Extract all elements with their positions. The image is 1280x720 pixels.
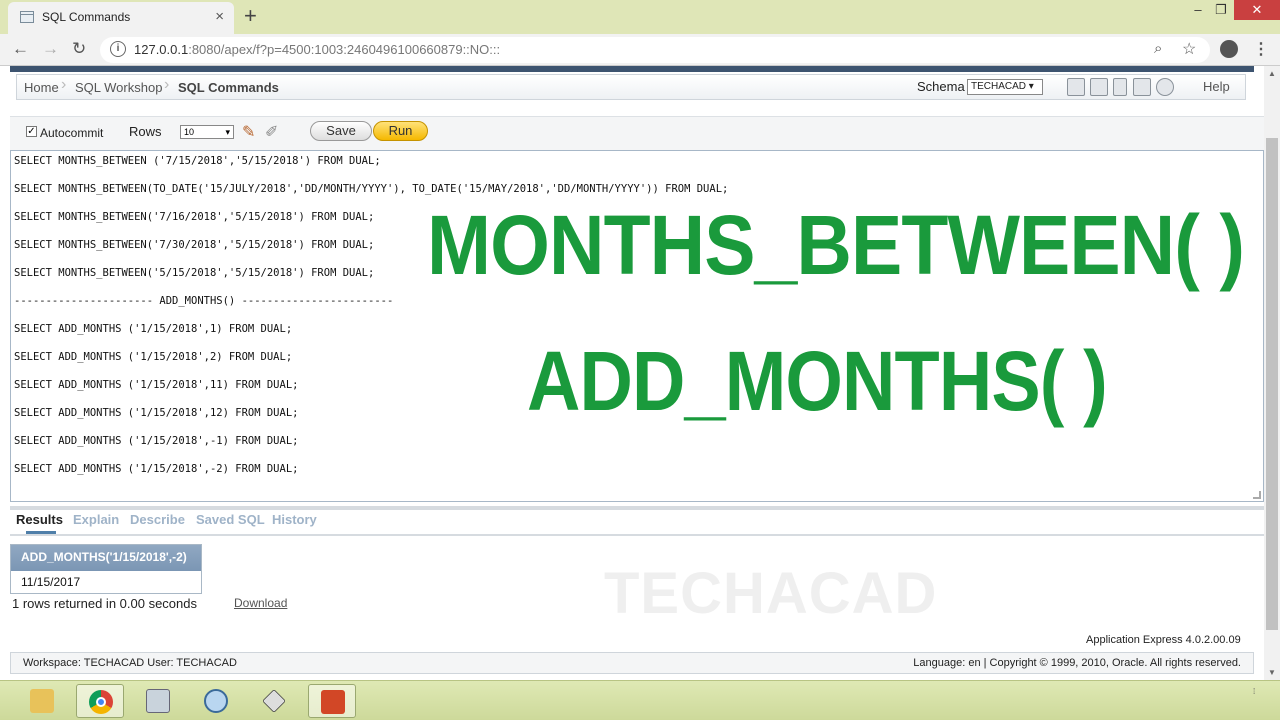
forward-arrow-icon[interactable]: → xyxy=(42,39,59,59)
code-line: SELECT MONTHS_BETWEEN('7/30/2018','5/15/… xyxy=(14,239,375,251)
new-tab-button[interactable]: + xyxy=(244,3,257,29)
overlay-title-months-between: MONTHS_BETWEEN( ) xyxy=(427,198,1245,292)
document-icon[interactable] xyxy=(1113,78,1127,96)
watermark: TECHACAD xyxy=(604,561,938,626)
tab-explain[interactable]: Explain xyxy=(73,512,119,527)
apex-version: Application Express 4.0.2.00.09 xyxy=(1086,634,1241,646)
scroll-up-icon[interactable]: ▲ xyxy=(1268,69,1276,78)
code-line: SELECT ADD_MONTHS ('1/15/2018',12) FROM … xyxy=(14,407,299,419)
result-table: ADD_MONTHS('1/15/2018',-2) 11/15/2017 xyxy=(10,544,202,594)
table-cell: 11/15/2017 xyxy=(21,575,81,589)
code-line: SELECT ADD_MONTHS ('1/15/2018',-2) FROM … xyxy=(14,463,299,475)
tray-dots: ⁞ xyxy=(1253,687,1256,696)
file-explorer-icon[interactable] xyxy=(18,684,66,718)
magnifier-icon[interactable] xyxy=(192,684,240,718)
scrollbar-thumb[interactable] xyxy=(1266,138,1278,630)
address-bar[interactable]: i 127.0.0.1:8080/apex/f?p=4500:1003:2460… xyxy=(100,37,1210,63)
back-arrow-icon[interactable]: ← xyxy=(12,39,29,59)
tab-close-icon[interactable]: × xyxy=(215,8,224,25)
window-icon[interactable] xyxy=(1090,78,1108,96)
reload-icon[interactable]: ↻ xyxy=(72,39,86,59)
clear-eraser-icon[interactable]: ✎ xyxy=(242,122,255,142)
bookmark-star-icon[interactable]: ☆ xyxy=(1182,39,1196,59)
breadcrumb-sql-commands: SQL Commands xyxy=(178,80,279,95)
rows-returned-text: 1 rows returned in 0.00 seconds xyxy=(12,596,197,611)
files-icon[interactable] xyxy=(134,684,182,718)
code-line: ---------------------- ADD_MONTHS() ----… xyxy=(14,295,394,307)
code-line: SELECT MONTHS_BETWEEN('5/15/2018','5/15/… xyxy=(14,267,375,279)
help-link[interactable]: Help xyxy=(1203,79,1230,94)
code-line: SELECT MONTHS_BETWEEN ('7/15/2018','5/15… xyxy=(14,155,381,167)
account-icon[interactable] xyxy=(1220,40,1238,58)
gear-icon[interactable] xyxy=(1156,78,1174,96)
rows-select[interactable]: 10 ▾ xyxy=(180,125,234,139)
browser-menu-icon[interactable]: ⋮ xyxy=(1253,39,1269,59)
site-info-icon[interactable]: i xyxy=(110,41,126,57)
format-brush-icon[interactable]: ✐ xyxy=(265,122,278,142)
tab-results[interactable]: Results xyxy=(16,512,63,527)
copyright-text: Language: en | Copyright © 1999, 2010, O… xyxy=(913,657,1241,669)
code-line: SELECT MONTHS_BETWEEN('7/16/2018','5/15/… xyxy=(14,211,375,223)
page-footer: Workspace: TECHACAD User: TECHACAD Langu… xyxy=(10,652,1254,674)
workspace-info: Workspace: TECHACAD User: TECHACAD xyxy=(23,657,237,669)
browser-tab-bar: SQL Commands × + – ❐ ✕ xyxy=(0,0,1280,34)
code-line: SELECT ADD_MONTHS ('1/15/2018',11) FROM … xyxy=(14,379,299,391)
apex-page: Home › SQL Workshop › SQL Commands Schem… xyxy=(0,66,1264,680)
autocommit-checkbox[interactable]: ✓ xyxy=(26,126,37,137)
tab-history[interactable]: History xyxy=(272,512,317,527)
rows-label: Rows xyxy=(129,124,162,139)
scroll-down-icon[interactable]: ▼ xyxy=(1268,668,1276,677)
save-button[interactable]: Save xyxy=(310,121,372,141)
page-scrollbar[interactable]: ▲ ▼ xyxy=(1264,66,1280,680)
chrome-icon[interactable] xyxy=(76,684,124,718)
tab-title: SQL Commands xyxy=(42,10,131,24)
breadcrumb-separator: › xyxy=(61,76,67,93)
close-window-button[interactable]: ✕ xyxy=(1234,0,1280,20)
maximize-button[interactable]: ❐ xyxy=(1207,0,1235,20)
browser-toolbar: ← → ↻ i 127.0.0.1:8080/apex/f?p=4500:100… xyxy=(0,34,1280,66)
column-header: ADD_MONTHS('1/15/2018',-2) xyxy=(11,545,201,571)
schema-select[interactable]: TECHACAD ▾ xyxy=(967,79,1043,95)
powerpoint-icon[interactable] xyxy=(308,684,356,718)
zoom-icon[interactable]: ⌕ xyxy=(1154,40,1162,57)
edit-icon[interactable] xyxy=(1067,78,1085,96)
active-tab-indicator xyxy=(26,531,56,534)
tools-icon[interactable] xyxy=(1133,78,1151,96)
schema-label: Schema xyxy=(917,79,965,94)
code-line: SELECT ADD_MONTHS ('1/15/2018',-1) FROM … xyxy=(14,435,299,447)
tab-saved-sql[interactable]: Saved SQL xyxy=(196,512,265,527)
download-link[interactable]: Download xyxy=(234,596,287,610)
browser-tab[interactable]: SQL Commands × xyxy=(8,2,234,34)
sql-editor[interactable]: SELECT MONTHS_BETWEEN ('7/15/2018','5/15… xyxy=(10,150,1264,502)
run-button[interactable]: Run xyxy=(373,121,428,141)
autocommit-label: Autocommit xyxy=(40,126,104,140)
result-tabs: Results Explain Describe Saved SQL Histo… xyxy=(10,510,1264,536)
taskbar: ⁞ xyxy=(0,680,1280,720)
page-favicon-icon xyxy=(20,11,34,23)
sql-toolbar: ✓ Autocommit Rows 10 ▾ ✎ ✐ Save Run xyxy=(10,116,1264,150)
breadcrumb-home[interactable]: Home xyxy=(24,80,59,95)
url-text[interactable]: 127.0.0.1:8080/apex/f?p=4500:1003:246049… xyxy=(134,42,500,57)
pen-icon[interactable] xyxy=(250,684,298,718)
header-strip xyxy=(10,66,1254,72)
code-line: SELECT ADD_MONTHS ('1/15/2018',1) FROM D… xyxy=(14,323,293,335)
code-line: SELECT ADD_MONTHS ('1/15/2018',2) FROM D… xyxy=(14,351,293,363)
breadcrumb: Home › SQL Workshop › SQL Commands Schem… xyxy=(16,74,1246,100)
resize-handle[interactable] xyxy=(1253,491,1261,499)
breadcrumb-sql-workshop[interactable]: SQL Workshop xyxy=(75,80,162,95)
code-line: SELECT MONTHS_BETWEEN(TO_DATE('15/JULY/2… xyxy=(14,183,729,195)
overlay-title-add-months: ADD_MONTHS( ) xyxy=(527,334,1108,428)
breadcrumb-separator: › xyxy=(164,76,170,93)
tab-describe[interactable]: Describe xyxy=(130,512,185,527)
